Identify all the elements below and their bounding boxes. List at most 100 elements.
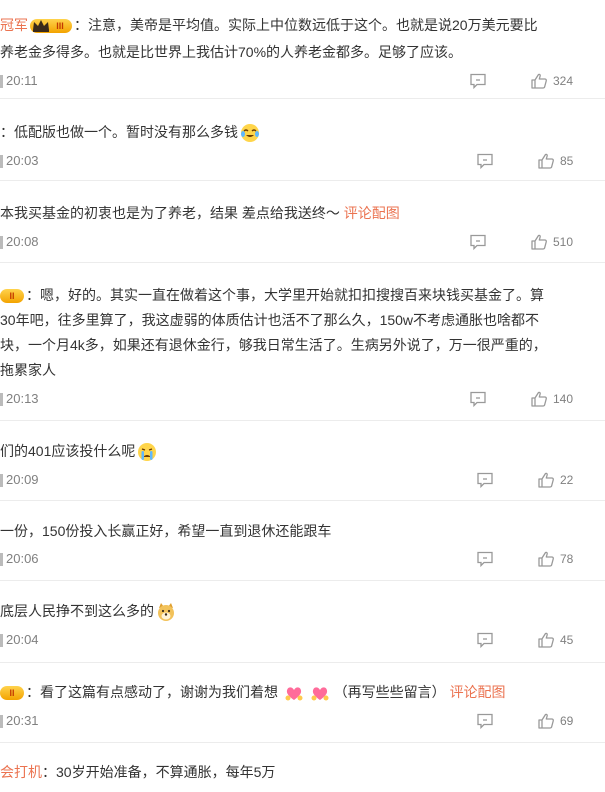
comment-4-line-1: II ：嗯，好的。其实一直在做着这个事，大学里开始就扣扣搜搜百来块钱买基金了。算	[0, 283, 593, 308]
comment-5-meta: 20:09 22	[0, 470, 605, 492]
reply-icon[interactable]	[476, 152, 494, 170]
comment-text: ：低配版也做一个。暂时没有那么多钱	[0, 124, 238, 140]
like-count: 510	[553, 235, 574, 249]
comment-2-line-1: ：低配版也做一个。暂时没有那么多钱	[0, 120, 593, 145]
comment-6-line-1: 一份，150份投入长赢正好，希望一直到退休还能跟车	[0, 519, 593, 544]
comment-extra-text: （再写些些留言）	[333, 684, 446, 700]
thumbs-up-icon	[538, 153, 554, 169]
crown-icon	[32, 19, 50, 33]
comment-3-line-1: 本我买基金的初衷也是为了养老，结果 差点给我送终～ 评论配图	[0, 201, 593, 226]
reply-icon[interactable]	[476, 471, 494, 489]
comment-text: 本我买基金的初衷也是为了养老，结果 差点给我送终～	[0, 205, 340, 221]
comment-9-line-1: 会打机：30岁开始准备，不算通胀，每年5万	[0, 760, 593, 785]
comment-4-line-3: 块，一个月4k多，如果还有退休金行，够我日常生活了。生病另外说了，万一很严重的，	[0, 337, 547, 353]
heart-hands-icon	[284, 683, 304, 703]
crying-laughing-face-icon	[240, 123, 260, 143]
like-button[interactable]: 69	[537, 712, 573, 730]
timestamp: 20:04	[6, 632, 39, 647]
comment-image-link[interactable]: 评论配图	[450, 684, 506, 700]
like-count: 85	[560, 154, 574, 168]
comment-1-line-1: 冠军 III ：注意，美帝是平均值。实际上中位数远低于这个。也就是说20万美元要比	[0, 13, 593, 38]
like-button[interactable]: 140	[530, 390, 573, 408]
like-button[interactable]: 85	[537, 152, 573, 170]
comment-text: 一份，150份投入长赢正好，希望一直到退休还能跟车	[0, 523, 332, 539]
heart-hands-icon	[310, 683, 330, 703]
thumbs-up-icon	[538, 472, 554, 488]
comment-text: ：看了这篇有点感动了，谢谢为我们着想	[26, 684, 278, 700]
thumbs-up-icon	[538, 713, 554, 729]
separator	[0, 500, 605, 501]
divider-bar	[0, 155, 3, 168]
username[interactable]: 会打机	[0, 764, 42, 780]
divider-bar	[0, 474, 3, 487]
timestamp: 20:09	[6, 472, 39, 487]
reply-icon[interactable]	[476, 712, 494, 730]
timestamp: 20:11	[6, 73, 38, 88]
comment-text: 底层人民挣不到这么多的	[0, 603, 154, 619]
divider-bar	[0, 75, 3, 88]
like-button[interactable]: 510	[530, 233, 573, 251]
comment-8-line-1: II ：看了这篇有点感动了，谢谢为我们着想 （再写些些留言） 评论配图	[0, 680, 593, 705]
doge-icon	[156, 602, 176, 622]
divider-bar	[0, 393, 3, 406]
separator	[0, 180, 605, 181]
divider-bar	[0, 553, 3, 566]
comment-6-meta: 20:06 78	[0, 549, 605, 571]
divider-bar	[0, 715, 3, 728]
comment-4-meta: 20:13 140	[0, 389, 605, 411]
like-count: 69	[560, 714, 574, 728]
fan-level-badge: III	[30, 19, 72, 34]
thumbs-up-icon	[538, 551, 554, 567]
timestamp: 20:31	[6, 713, 39, 728]
timestamp: 20:06	[6, 551, 39, 566]
separator	[0, 580, 605, 581]
comment-image-link[interactable]: 评论配图	[344, 205, 400, 221]
comment-7-meta: 20:04 45	[0, 630, 605, 652]
like-button[interactable]: 324	[530, 72, 573, 90]
fan-level-badge: II	[0, 289, 24, 304]
comment-7-line-1: 底层人民挣不到这么多的	[0, 599, 593, 624]
comment-8-meta: 20:31 69	[0, 711, 605, 733]
timestamp: 20:13	[6, 391, 39, 406]
separator	[0, 262, 605, 263]
separator	[0, 420, 605, 421]
thumbs-up-icon	[531, 234, 547, 250]
comment-text: ：30岁开始准备，不算通胀，每年5万	[42, 764, 276, 780]
reply-icon[interactable]	[469, 72, 487, 90]
thumbs-up-icon	[531, 391, 547, 407]
separator	[0, 98, 605, 99]
like-count: 324	[553, 74, 574, 88]
like-button[interactable]: 45	[537, 631, 573, 649]
comment-1-meta: 20:11 324	[0, 71, 605, 93]
username[interactable]: 冠军	[0, 17, 28, 33]
comment-text: 们的401应该投什么呢	[0, 443, 136, 459]
fan-level-badge: II	[0, 686, 24, 701]
crying-face-icon	[137, 442, 157, 462]
timestamp: 20:03	[6, 153, 39, 168]
like-count: 45	[560, 633, 574, 647]
comment-2-meta: 20:03 85	[0, 151, 605, 173]
thumbs-up-icon	[531, 73, 547, 89]
divider-bar	[0, 236, 3, 249]
like-button[interactable]: 78	[537, 550, 573, 568]
divider-bar	[0, 634, 3, 647]
timestamp: 20:08	[6, 234, 39, 249]
thumbs-up-icon	[538, 632, 554, 648]
reply-icon[interactable]	[476, 631, 494, 649]
comment-3-meta: 20:08 510	[0, 232, 605, 254]
comment-5-line-1: 们的401应该投什么呢	[0, 439, 593, 464]
separator	[0, 662, 605, 663]
like-count: 22	[560, 473, 574, 487]
comment-4-line-2: 30年吧，往多里算了，我这虚弱的体质估计也活不了那么久，150w不考虑通胀也啥都…	[0, 312, 540, 328]
like-count: 78	[560, 552, 574, 566]
comment-text: ：注意，美帝是平均值。实际上中位数远低于这个。也就是说20万美元要比	[74, 17, 538, 33]
like-count: 140	[553, 392, 574, 406]
reply-icon[interactable]	[469, 390, 487, 408]
like-button[interactable]: 22	[537, 471, 573, 489]
separator	[0, 742, 605, 743]
reply-icon[interactable]	[476, 550, 494, 568]
comment-text: ：嗯，好的。其实一直在做着这个事，大学里开始就扣扣搜搜百来块钱买基金了。算	[26, 287, 544, 303]
comment-4-line-4: 拖累家人	[0, 362, 56, 378]
comment-1-line-2: 养老金多得多。也就是比世界上我估计70%的人养老金都多。足够了应该。	[0, 44, 463, 60]
reply-icon[interactable]	[469, 233, 487, 251]
